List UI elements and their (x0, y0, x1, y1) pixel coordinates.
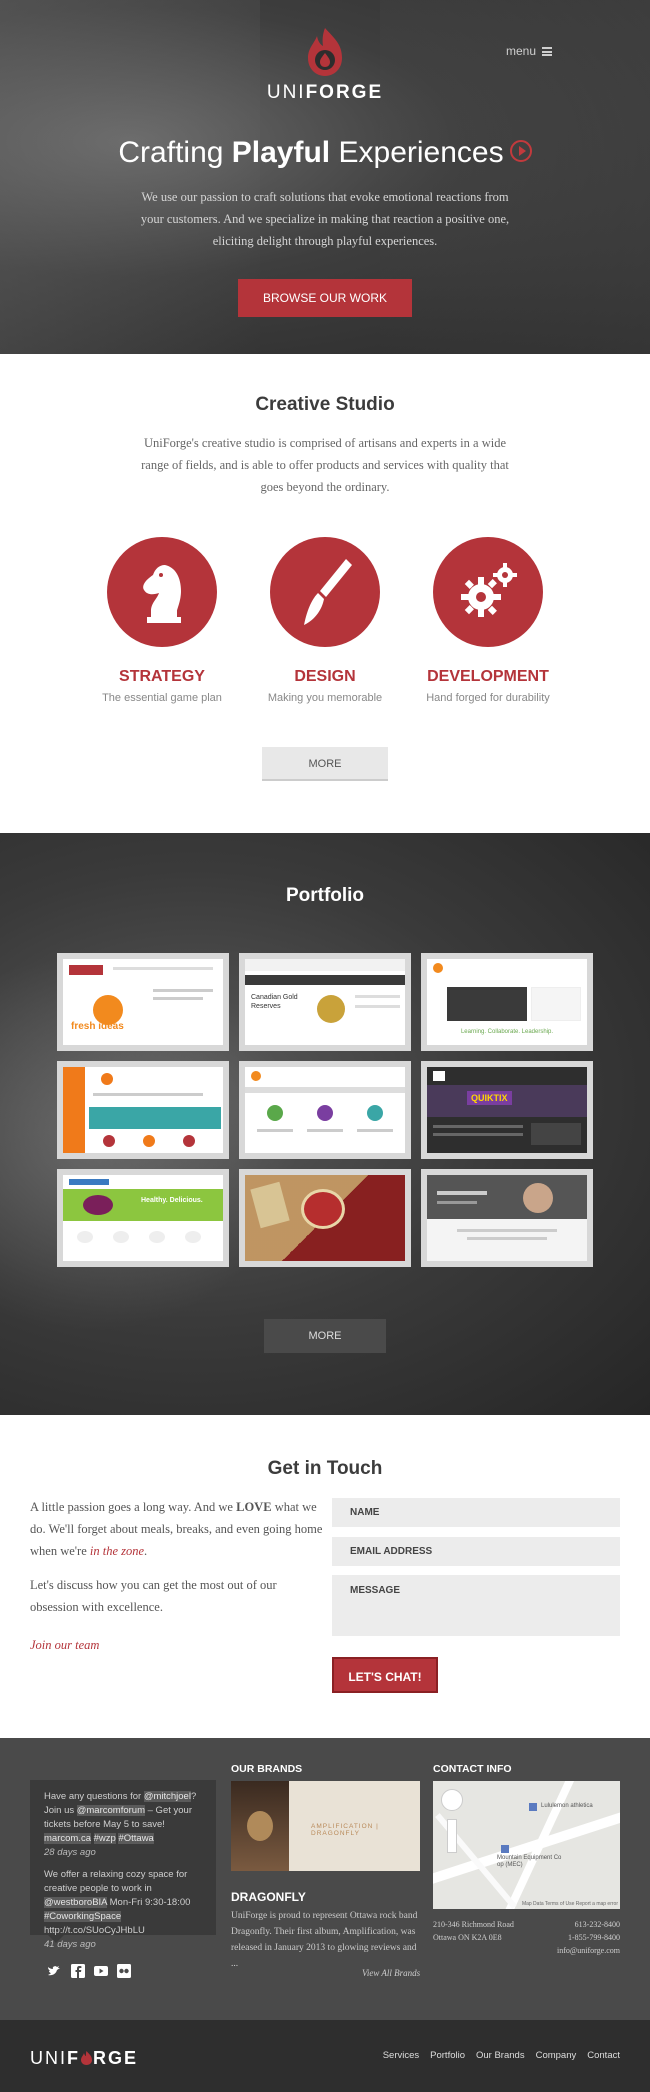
service-name: DEVELOPMENT (427, 668, 549, 685)
paintbrush-icon (304, 559, 352, 625)
view-all-brands-link[interactable]: View All Brands (362, 1968, 420, 1978)
tweet-handle[interactable]: @westboroBIA (44, 1897, 107, 1908)
tweet: We offer a relaxing cozy space for creat… (44, 1868, 202, 1952)
map-marker-icon[interactable] (501, 1845, 509, 1853)
footer-nav: Services Portfolio Our Brands Company Co… (383, 2050, 620, 2061)
service-name: STRATEGY (119, 668, 205, 685)
nav-our-brands[interactable]: Our Brands (476, 2050, 525, 2061)
portfolio-item[interactable]: Canadian Gold Reserves (239, 953, 411, 1051)
tweet: Have any questions for @mitchjoel? Join … (44, 1790, 202, 1860)
portfolio-more-button[interactable]: MORE (264, 1319, 386, 1353)
hero-section: UNIFORGE menu Crafting Playful Experienc… (0, 0, 650, 354)
flickr-icon[interactable] (117, 1964, 131, 1978)
development-circle[interactable] (433, 537, 543, 647)
brand-image[interactable]: AMPLIFICATION | DRAGONFLY (231, 1781, 420, 1871)
menu-label: menu (506, 44, 537, 58)
service-tagline: Making you memorable (267, 692, 383, 704)
footer: Have any questions for @mitchjoel? Join … (0, 1738, 650, 2020)
portfolio-item[interactable]: Healthy. Delicious. (57, 1169, 229, 1267)
phone-email: 613-232-8400 1-855-799-8400 info@uniforg… (530, 1918, 620, 1957)
facebook-icon[interactable] (71, 1964, 85, 1978)
name-field[interactable]: NAME (332, 1498, 620, 1527)
twitter-feed: Have any questions for @mitchjoel? Join … (30, 1780, 216, 1950)
tweet-handle[interactable]: @mitchjoel (143, 1791, 191, 1802)
tweet-hashtag[interactable]: #CoworkingSpace (44, 1911, 122, 1922)
nav-portfolio[interactable]: Portfolio (430, 2050, 465, 2061)
studio-title: Creative Studio (255, 394, 395, 415)
service-tagline: Hand forged for durability (426, 692, 550, 704)
message-field[interactable]: MESSAGE (332, 1575, 620, 1636)
browse-work-button[interactable]: Browse our work (238, 279, 412, 317)
brand-name[interactable]: DRAGONFLY (231, 1890, 306, 1904)
tweet-hashtag[interactable]: #wzp (93, 1833, 116, 1844)
tweet-hashtag[interactable]: #Ottawa (118, 1833, 154, 1844)
hero-subtitle: We use our passion to craft solutions th… (140, 190, 510, 248)
contact-heading: CONTACT INFO (433, 1763, 512, 1775)
studio-description: UniForge's creative studio is comprised … (141, 436, 509, 494)
studio-more-button[interactable]: MORE (262, 747, 388, 781)
portfolio-title: Portfolio (285, 885, 365, 906)
portfolio-item[interactable]: QUIKTIX (421, 1061, 593, 1159)
tweet-handle[interactable]: @marcomforum (76, 1805, 145, 1816)
nav-contact[interactable]: Contact (587, 2050, 620, 2061)
tweet-time: 41 days ago (44, 1939, 96, 1950)
portfolio-item[interactable] (421, 1169, 593, 1267)
map-marker-icon[interactable] (529, 1803, 537, 1811)
design-circle[interactable] (270, 537, 380, 647)
youtube-icon[interactable] (94, 1964, 108, 1978)
email-link[interactable]: info@uniforge.com (530, 1944, 620, 1957)
portfolio-item[interactable] (57, 1061, 229, 1159)
map-pan-control[interactable] (441, 1789, 463, 1811)
map-zoom-control[interactable] (447, 1819, 457, 1853)
portfolio-item[interactable]: Learning. Collaborate. Leadership. (421, 953, 593, 1051)
menu-button[interactable]: menu (506, 44, 553, 58)
contact-para: Let's discuss how you can get the most o… (30, 1578, 277, 1614)
flame-logo-icon[interactable] (304, 26, 346, 78)
portfolio-item[interactable] (239, 1061, 411, 1159)
brand-description: UniForge is proud to represent Ottawa ro… (231, 1911, 418, 1969)
chess-knight-icon (143, 565, 181, 623)
gears-icon (461, 563, 517, 617)
site-logo[interactable]: UNIFORGE (0, 82, 650, 104)
play-icon[interactable] (509, 140, 532, 163)
bottom-bar: UNIF RGE Services Portfolio Our Brands Co… (0, 2020, 650, 2092)
service-tagline: The essential game plan (102, 692, 222, 704)
nav-company[interactable]: Company (536, 2050, 577, 2061)
contact-title: Get in Touch (267, 1458, 383, 1479)
join-team-link[interactable]: Join our team (30, 1634, 325, 1656)
service-name: DESIGN (294, 668, 356, 685)
strategy-circle[interactable] (107, 537, 217, 647)
portfolio-item[interactable] (239, 1169, 411, 1267)
hero-title: Crafting Playful Experiences (0, 136, 650, 170)
submit-button[interactable]: LET'S CHAT! (332, 1657, 438, 1693)
tweet-pointer (48, 1935, 64, 1943)
tweet-link[interactable]: marcom.ca (44, 1833, 91, 1844)
address: 210-346 Richmond Road Ottawa ON K2A 0E8 (433, 1920, 514, 1942)
flame-icon (81, 2051, 92, 2065)
portfolio-item[interactable]: fresh ideas (57, 953, 229, 1051)
location-map[interactable]: Mountain Equipment Co op (MEC) Lululemon… (433, 1781, 620, 1909)
hero-bg-shade (0, 0, 260, 354)
brands-heading: OUR BRANDS (231, 1763, 303, 1775)
footer-logo[interactable]: UNIF RGE (30, 2048, 138, 2069)
tweet-time: 28 days ago (44, 1847, 96, 1858)
contact-intro: A little passion goes a long way. And we… (30, 1500, 323, 1558)
portfolio-section: Portfolio fresh ideas Canadian Gold Rese… (0, 833, 650, 1415)
twitter-icon[interactable] (47, 1964, 61, 1978)
nav-services[interactable]: Services (383, 2050, 419, 2061)
hamburger-icon (542, 46, 553, 56)
email-field[interactable]: EMAIL ADDRESS (332, 1537, 620, 1566)
